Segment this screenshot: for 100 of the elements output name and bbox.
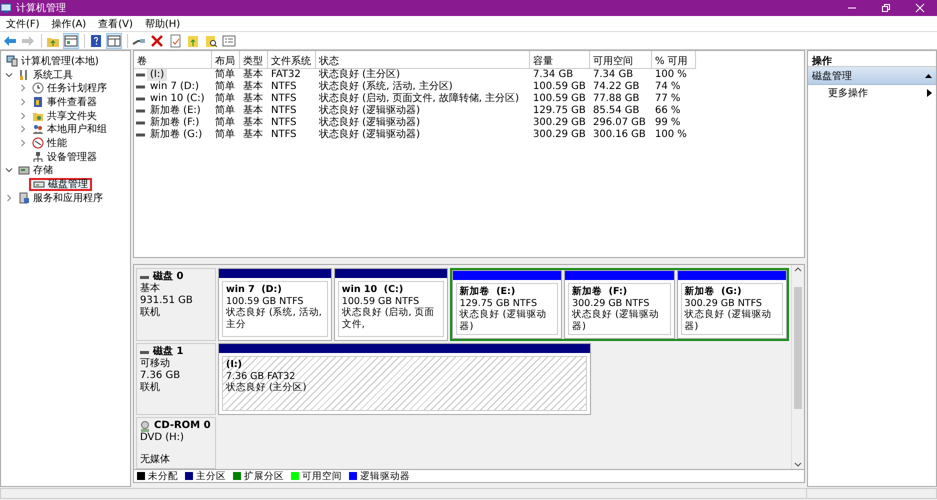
menu-item[interactable]: 文件(F) <box>0 16 46 30</box>
disk-name: CD-ROM 0 <box>154 420 211 432</box>
caret-up-icon[interactable] <box>925 73 932 78</box>
table-cell-text: 新加卷 (G:) <box>149 129 204 141</box>
table-cell-text: 简单 <box>214 69 236 80</box>
storage-icon <box>18 164 30 176</box>
toolbar-button[interactable] <box>149 32 165 48</box>
legend-label: 主分区 <box>196 470 226 482</box>
chevron-down-icon[interactable] <box>5 70 13 79</box>
column-header[interactable]: 文件系统 <box>268 51 316 69</box>
column-header[interactable]: 容量 <box>530 51 590 69</box>
disk-size: 931.51 GB <box>140 295 194 306</box>
action-section[interactable]: 磁盘管理 <box>808 67 936 85</box>
chevron-right-icon[interactable] <box>19 84 27 92</box>
tree-item[interactable]: 服务和应用程序 <box>15 191 106 204</box>
tree-item[interactable]: 共享文件夹 <box>29 109 100 122</box>
table-cell-text: 新加卷 (E:) <box>149 105 202 116</box>
tree-item[interactable]: 设备管理器 <box>29 150 100 164</box>
disk-status: 联机 <box>140 382 161 394</box>
partition-name: 新加卷 (F:) <box>572 286 628 298</box>
tree-item[interactable]: 计算机管理(本地) <box>3 54 102 68</box>
partition-block[interactable]: win 10 (C:) 100.59 GB NTFS 状态良好 (启动, 页面文件, <box>334 268 448 341</box>
back-icon <box>3 34 17 48</box>
table-cell-text: 300.29 GB <box>532 129 587 141</box>
table-cell-text: NTFS <box>270 93 298 105</box>
partition-name: 新加卷 (E:) <box>460 286 516 298</box>
partition-status: 状态良好 (逻辑驱动器) <box>572 309 660 332</box>
table-cell-text: NTFS <box>270 117 298 129</box>
scrollbar-thumb[interactable] <box>794 287 802 409</box>
services-icon <box>18 192 30 204</box>
table-cell-text: 状态良好 (主分区) <box>318 69 401 80</box>
table-cell-text: 129.75 GB <box>532 105 587 117</box>
chevron-right-icon[interactable] <box>19 138 27 147</box>
scroll-up-icon[interactable] <box>794 265 802 273</box>
close-icon[interactable] <box>915 3 925 13</box>
chevron-right-icon[interactable] <box>19 125 27 134</box>
partition-status: 状态良好 (系统, 活动, 主分 <box>226 307 323 330</box>
toolbar-button[interactable] <box>106 32 122 48</box>
delete-icon <box>150 34 164 48</box>
toolbar-button[interactable] <box>63 32 79 48</box>
table-cell-text: win 7 (D:) <box>149 81 200 93</box>
menu-item[interactable]: 帮助(H) <box>138 16 186 30</box>
partition-block[interactable]: (I:) 7.36 GB FAT32 状态良好 (主分区) <box>218 343 592 416</box>
column-header[interactable]: 可用空间 <box>590 51 652 69</box>
column-header[interactable]: 布局 <box>212 51 240 69</box>
tree-item[interactable]: 性能 <box>29 136 70 150</box>
table-cell-text: 状态良好 (逻辑驱动器) <box>318 105 421 116</box>
table-cell-text: 状态良好 (启动, 页面文件, 故障转储, 主分区) <box>318 93 520 104</box>
partition-block[interactable]: 新加卷 (G:) 300.29 GB NTFS 状态良好 (逻辑驱动器) <box>676 270 787 339</box>
table-cell-text: NTFS <box>270 81 298 93</box>
chevron-right-icon[interactable] <box>19 112 27 120</box>
menu-item[interactable]: 查看(V) <box>92 16 139 30</box>
table-cell-text: 77 % <box>654 93 682 105</box>
table-cell-text: FAT32 <box>270 69 302 81</box>
table-cell-text: 296.07 GB <box>592 117 647 129</box>
disk-type: DVD (H:) <box>140 432 185 444</box>
table-cell-text: 基本 <box>242 117 264 128</box>
scroll-down-icon[interactable] <box>794 461 802 469</box>
table-cell-text: 300.29 GB <box>532 117 587 129</box>
table-cell-text: 74.22 GB <box>592 81 640 93</box>
table-cell-text: 100 % <box>654 129 688 141</box>
table-cell-text: 74 % <box>654 81 682 93</box>
partition-block[interactable]: win 7 (D:) 100.59 GB NTFS 状态良好 (系统, 活动, 主分 <box>218 268 332 341</box>
action-item[interactable]: 更多操作 <box>808 85 936 101</box>
table-cell-text: NTFS <box>270 105 298 117</box>
disk-size: 7.36 GB <box>140 370 182 382</box>
tree-item[interactable]: 系统工具 <box>15 68 76 82</box>
partition-name: win 7 (D:) <box>226 284 283 296</box>
column-header[interactable]: 状态 <box>316 51 530 69</box>
column-header[interactable]: % 可用 <box>652 51 696 69</box>
partition-name: 新加卷 (G:) <box>684 286 742 298</box>
partition-size: 100.59 GB NTFS <box>226 296 304 307</box>
column-header[interactable]: 卷 <box>134 51 212 69</box>
table-cell-text: 基本 <box>242 93 264 104</box>
table-cell-text: 基本 <box>242 105 264 116</box>
legend-label: 未分配 <box>148 470 178 482</box>
restore-icon[interactable] <box>881 3 891 13</box>
tree-item[interactable]: 事件查看器 <box>29 95 100 108</box>
chevron-down-icon[interactable] <box>5 166 13 174</box>
table-cell-text: 基本 <box>242 81 264 92</box>
tree-item[interactable]: 任务计划程序 <box>29 82 110 95</box>
disk-status: 无媒体 <box>140 454 171 466</box>
table-cell-text: 85.54 GB <box>592 105 640 117</box>
partition-block[interactable]: 新加卷 (E:) 129.75 GB NTFS 状态良好 (逻辑驱动器) <box>452 270 562 339</box>
tree-item[interactable]: 存储 <box>15 164 56 177</box>
partition-status: 状态良好 (启动, 页面文件, <box>342 307 436 330</box>
column-header[interactable]: 类型 <box>240 51 268 69</box>
chevron-right-icon[interactable] <box>5 194 13 202</box>
table-cell: (I:) <box>147 69 168 81</box>
partition-status: 状态良好 (主分区) <box>226 382 308 394</box>
forward-icon <box>21 34 35 48</box>
toolbar-button[interactable] <box>88 32 104 48</box>
legend-label: 扩展分区 <box>244 470 284 482</box>
tree-item[interactable]: 本地用户和组 <box>29 122 110 136</box>
tree-item[interactable]: 磁盘管理 <box>29 178 92 191</box>
disk-name: 磁盘 1 <box>153 346 184 358</box>
table-cell-text: 简单 <box>214 81 236 92</box>
partition-block[interactable]: 新加卷 (F:) 300.29 GB NTFS 状态良好 (逻辑驱动器) <box>564 270 675 339</box>
chevron-right-icon[interactable] <box>19 98 27 106</box>
menu-item[interactable]: 操作(A) <box>46 16 92 30</box>
